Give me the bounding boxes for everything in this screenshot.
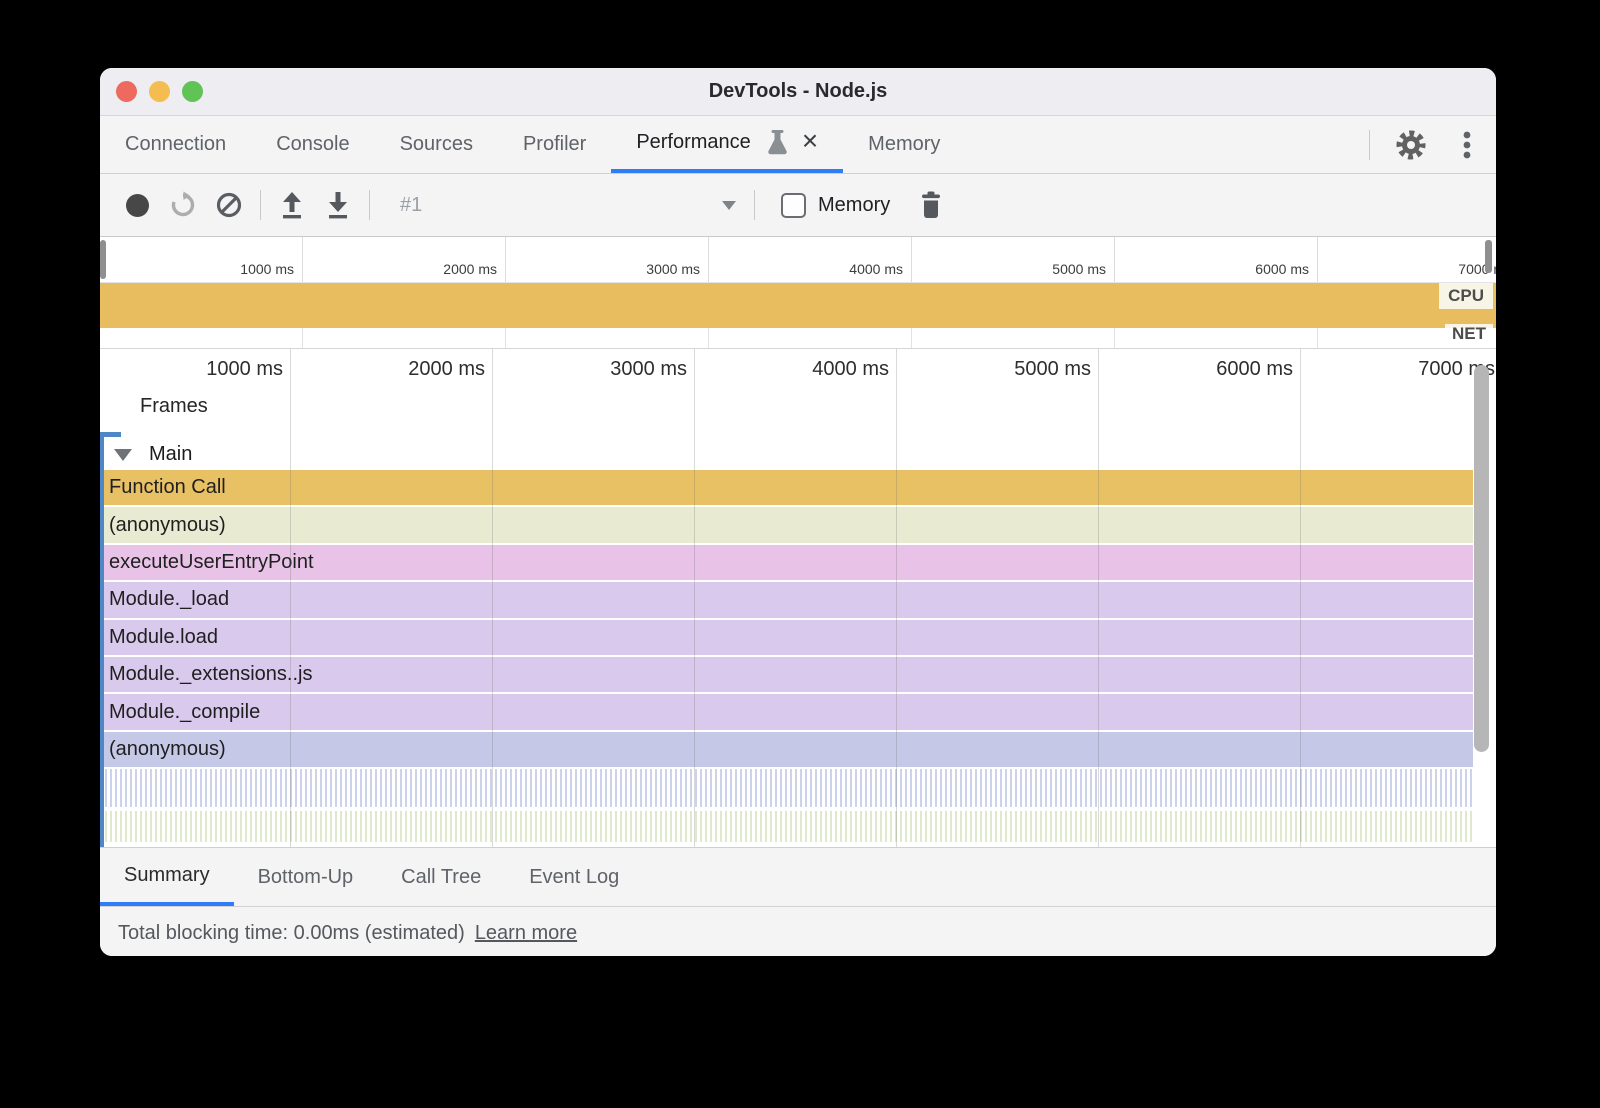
- vertical-scrollbar[interactable]: [1474, 365, 1489, 752]
- experiment-flask-icon: [765, 129, 790, 157]
- ruler-tick: 1000 ms: [100, 358, 290, 381]
- memory-checkbox-label[interactable]: Memory: [818, 194, 890, 217]
- flame-bar-module-compile[interactable]: Module._compile: [100, 694, 1473, 729]
- panel-tab-bar: Connection Console Sources Profiler Perf…: [100, 116, 1496, 174]
- tab-summary[interactable]: Summary: [100, 848, 234, 906]
- ruler-tick: 7000 ms: [1300, 358, 1496, 381]
- capture-history-label: #1: [400, 194, 422, 217]
- flame-bar-module-load[interactable]: Module.load: [100, 620, 1473, 655]
- load-profile-icon[interactable]: [269, 182, 315, 228]
- flame-bar-micro-calls-blue[interactable]: [100, 769, 1473, 807]
- tabbar-separator: [1369, 130, 1370, 160]
- ruler-tick: 3000 ms: [505, 261, 708, 277]
- details-tab-bar: Summary Bottom-Up Call Tree Event Log: [100, 847, 1496, 907]
- flame-chart[interactable]: 1000 ms 2000 ms 3000 ms 4000 ms 5000 ms …: [100, 349, 1496, 847]
- main-track-left-border: [100, 432, 104, 847]
- devtools-window: DevTools - Node.js Connection Console So…: [100, 68, 1496, 956]
- ruler-tick: 2000 ms: [290, 358, 492, 381]
- clear-recording-icon[interactable]: [206, 182, 252, 228]
- main-track-header[interactable]: Main: [100, 439, 192, 470]
- overview-window-right-handle[interactable]: [1485, 240, 1492, 273]
- tab-profiler[interactable]: Profiler: [498, 116, 611, 173]
- toolbar-separator: [369, 190, 370, 220]
- ruler-tick: 6000 ms: [1114, 261, 1317, 277]
- settings-gear-icon[interactable]: [1394, 128, 1428, 162]
- overview-ruler: 1000 ms 2000 ms 3000 ms 4000 ms 5000 ms …: [100, 237, 1496, 283]
- toolbar-separator: [754, 190, 755, 220]
- tab-event-log[interactable]: Event Log: [505, 848, 643, 906]
- capture-history-select[interactable]: #1: [378, 194, 746, 217]
- ruler-tick: 3000 ms: [492, 358, 694, 381]
- minimize-window-button[interactable]: [149, 81, 170, 102]
- traffic-lights: [116, 81, 203, 102]
- save-profile-icon[interactable]: [315, 182, 361, 228]
- ruler-tick: 5000 ms: [911, 261, 1114, 277]
- frames-track-label[interactable]: Frames: [140, 395, 208, 418]
- flame-bar-module-load-private[interactable]: Module._load: [100, 582, 1473, 617]
- window-title: DevTools - Node.js: [709, 80, 888, 103]
- tab-memory[interactable]: Memory: [843, 116, 965, 173]
- more-options-kebab-icon[interactable]: [1462, 128, 1472, 162]
- close-window-button[interactable]: [116, 81, 137, 102]
- cpu-activity-band[interactable]: CPU: [100, 283, 1496, 328]
- flame-rows: Function Call (anonymous) executeUserEnt…: [100, 470, 1473, 842]
- total-blocking-time-text: Total blocking time: 0.00ms (estimated): [118, 922, 465, 945]
- timeline-overview[interactable]: 1000 ms 2000 ms 3000 ms 4000 ms 5000 ms …: [100, 237, 1496, 349]
- ruler-tick: 1000 ms: [100, 261, 302, 277]
- overview-window-left-handle[interactable]: [100, 240, 106, 279]
- tab-sources[interactable]: Sources: [375, 116, 498, 173]
- memory-checkbox[interactable]: [781, 193, 806, 218]
- net-band-label: NET: [1445, 324, 1493, 344]
- tab-bottom-up[interactable]: Bottom-Up: [234, 848, 378, 906]
- flame-bar-anonymous[interactable]: (anonymous): [100, 507, 1473, 542]
- performance-toolbar: #1 Memory: [100, 174, 1496, 237]
- tab-call-tree[interactable]: Call Tree: [377, 848, 505, 906]
- flame-bar-module-extensions-js[interactable]: Module._extensions..js: [100, 657, 1473, 692]
- cpu-band-label: CPU: [1439, 283, 1493, 309]
- title-bar: DevTools - Node.js: [100, 68, 1496, 116]
- expand-triangle-icon[interactable]: [114, 449, 132, 461]
- ruler-tick: 6000 ms: [1098, 358, 1300, 381]
- toolbar-separator: [260, 190, 261, 220]
- flame-bar-anonymous-2[interactable]: (anonymous): [100, 732, 1473, 767]
- ruler-tick: 4000 ms: [708, 261, 911, 277]
- flame-bar-micro-calls-green[interactable]: [100, 811, 1473, 842]
- flame-ruler: 1000 ms 2000 ms 3000 ms 4000 ms 5000 ms …: [100, 349, 1496, 387]
- record-button[interactable]: [114, 182, 160, 228]
- ruler-tick: 2000 ms: [302, 261, 505, 277]
- tab-console[interactable]: Console: [251, 116, 374, 173]
- ruler-tick: 7000 ms: [1317, 261, 1496, 277]
- close-performance-tab-icon[interactable]: ×: [802, 127, 818, 155]
- status-bar: Total blocking time: 0.00ms (estimated) …: [100, 907, 1496, 956]
- flame-bar-execute-user-entry-point[interactable]: executeUserEntryPoint: [100, 545, 1473, 580]
- flame-bar-function-call[interactable]: Function Call: [100, 470, 1473, 505]
- tab-performance[interactable]: Performance ×: [611, 116, 843, 173]
- learn-more-link[interactable]: Learn more: [475, 922, 577, 945]
- net-activity-band[interactable]: NET: [100, 328, 1496, 349]
- main-track-label: Main: [149, 443, 192, 466]
- zoom-window-button[interactable]: [182, 81, 203, 102]
- chevron-down-icon: [722, 201, 736, 210]
- tab-connection[interactable]: Connection: [100, 116, 251, 173]
- ruler-tick: 5000 ms: [896, 358, 1098, 381]
- tabbar-actions: [1369, 116, 1496, 173]
- ruler-tick: 4000 ms: [694, 358, 896, 381]
- reload-and-record-icon[interactable]: [160, 182, 206, 228]
- delete-recording-trash-icon[interactable]: [918, 190, 944, 220]
